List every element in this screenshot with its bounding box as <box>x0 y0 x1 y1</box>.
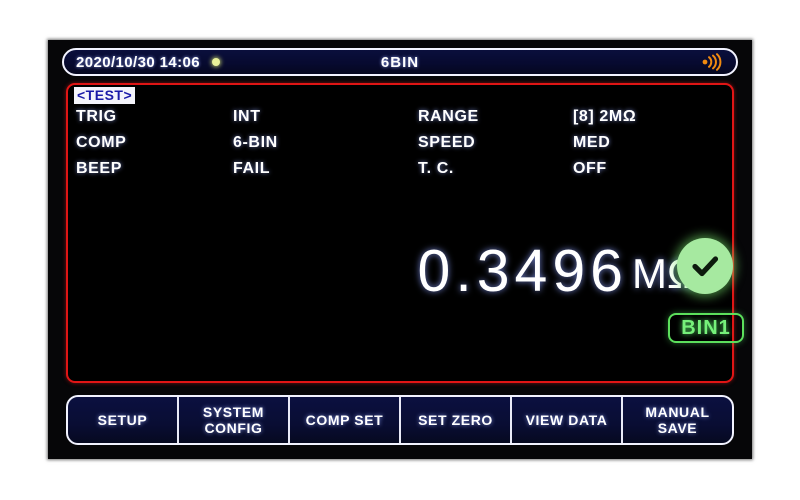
mode-tag: <TEST> <box>74 87 136 104</box>
button-set-zero[interactable]: SET ZERO <box>401 397 512 443</box>
param-value-range: [8] 2MΩ <box>573 108 637 125</box>
measurement-frame: <TEST> TRIG INT RANGE [8] 2MΩ COMP 6-BIN… <box>66 83 744 383</box>
param-value-tc: OFF <box>573 160 607 177</box>
param-value-beep: FAIL <box>233 160 271 177</box>
button-setup[interactable]: SETUP <box>68 397 179 443</box>
button-system-config[interactable]: SYSTEM CONFIG <box>179 397 290 443</box>
status-datetime: 2020/10/30 14:06 <box>76 53 201 71</box>
button-manual-save[interactable]: MANUAL SAVE <box>623 397 732 443</box>
param-label-beep: BEEP <box>76 160 122 177</box>
param-value-trig: INT <box>233 108 261 125</box>
primary-reading: 0.3496 MΩ <box>68 235 732 315</box>
reading-value: 0.3496 <box>417 238 628 304</box>
param-label-tc: T. C. <box>418 160 454 177</box>
button-comp-set[interactable]: COMP SET <box>290 397 401 443</box>
check-circle-icon <box>677 238 733 294</box>
function-button-bar: SETUP SYSTEM CONFIG COMP SET SET ZERO VIE… <box>66 395 734 445</box>
button-view-data[interactable]: VIEW DATA <box>512 397 623 443</box>
param-label-comp: COMP <box>76 134 127 151</box>
status-bar: 2020/10/30 14:06 6BIN <box>62 48 738 76</box>
status-indicator-dot <box>212 58 221 66</box>
param-label-range: RANGE <box>418 108 479 125</box>
param-value-speed: MED <box>573 134 611 151</box>
signal-broadcast-icon <box>701 53 723 71</box>
parameter-grid: TRIG INT RANGE [8] 2MΩ COMP 6-BIN SPEED … <box>76 108 728 178</box>
param-label-speed: SPEED <box>418 134 476 151</box>
bin-result-badge: BIN1 <box>668 313 744 343</box>
param-label-trig: TRIG <box>76 108 117 125</box>
param-value-comp: 6-BIN <box>233 134 278 151</box>
instrument-display-panel: 2020/10/30 14:06 6BIN <TEST> TRIG INT RA… <box>48 40 752 459</box>
